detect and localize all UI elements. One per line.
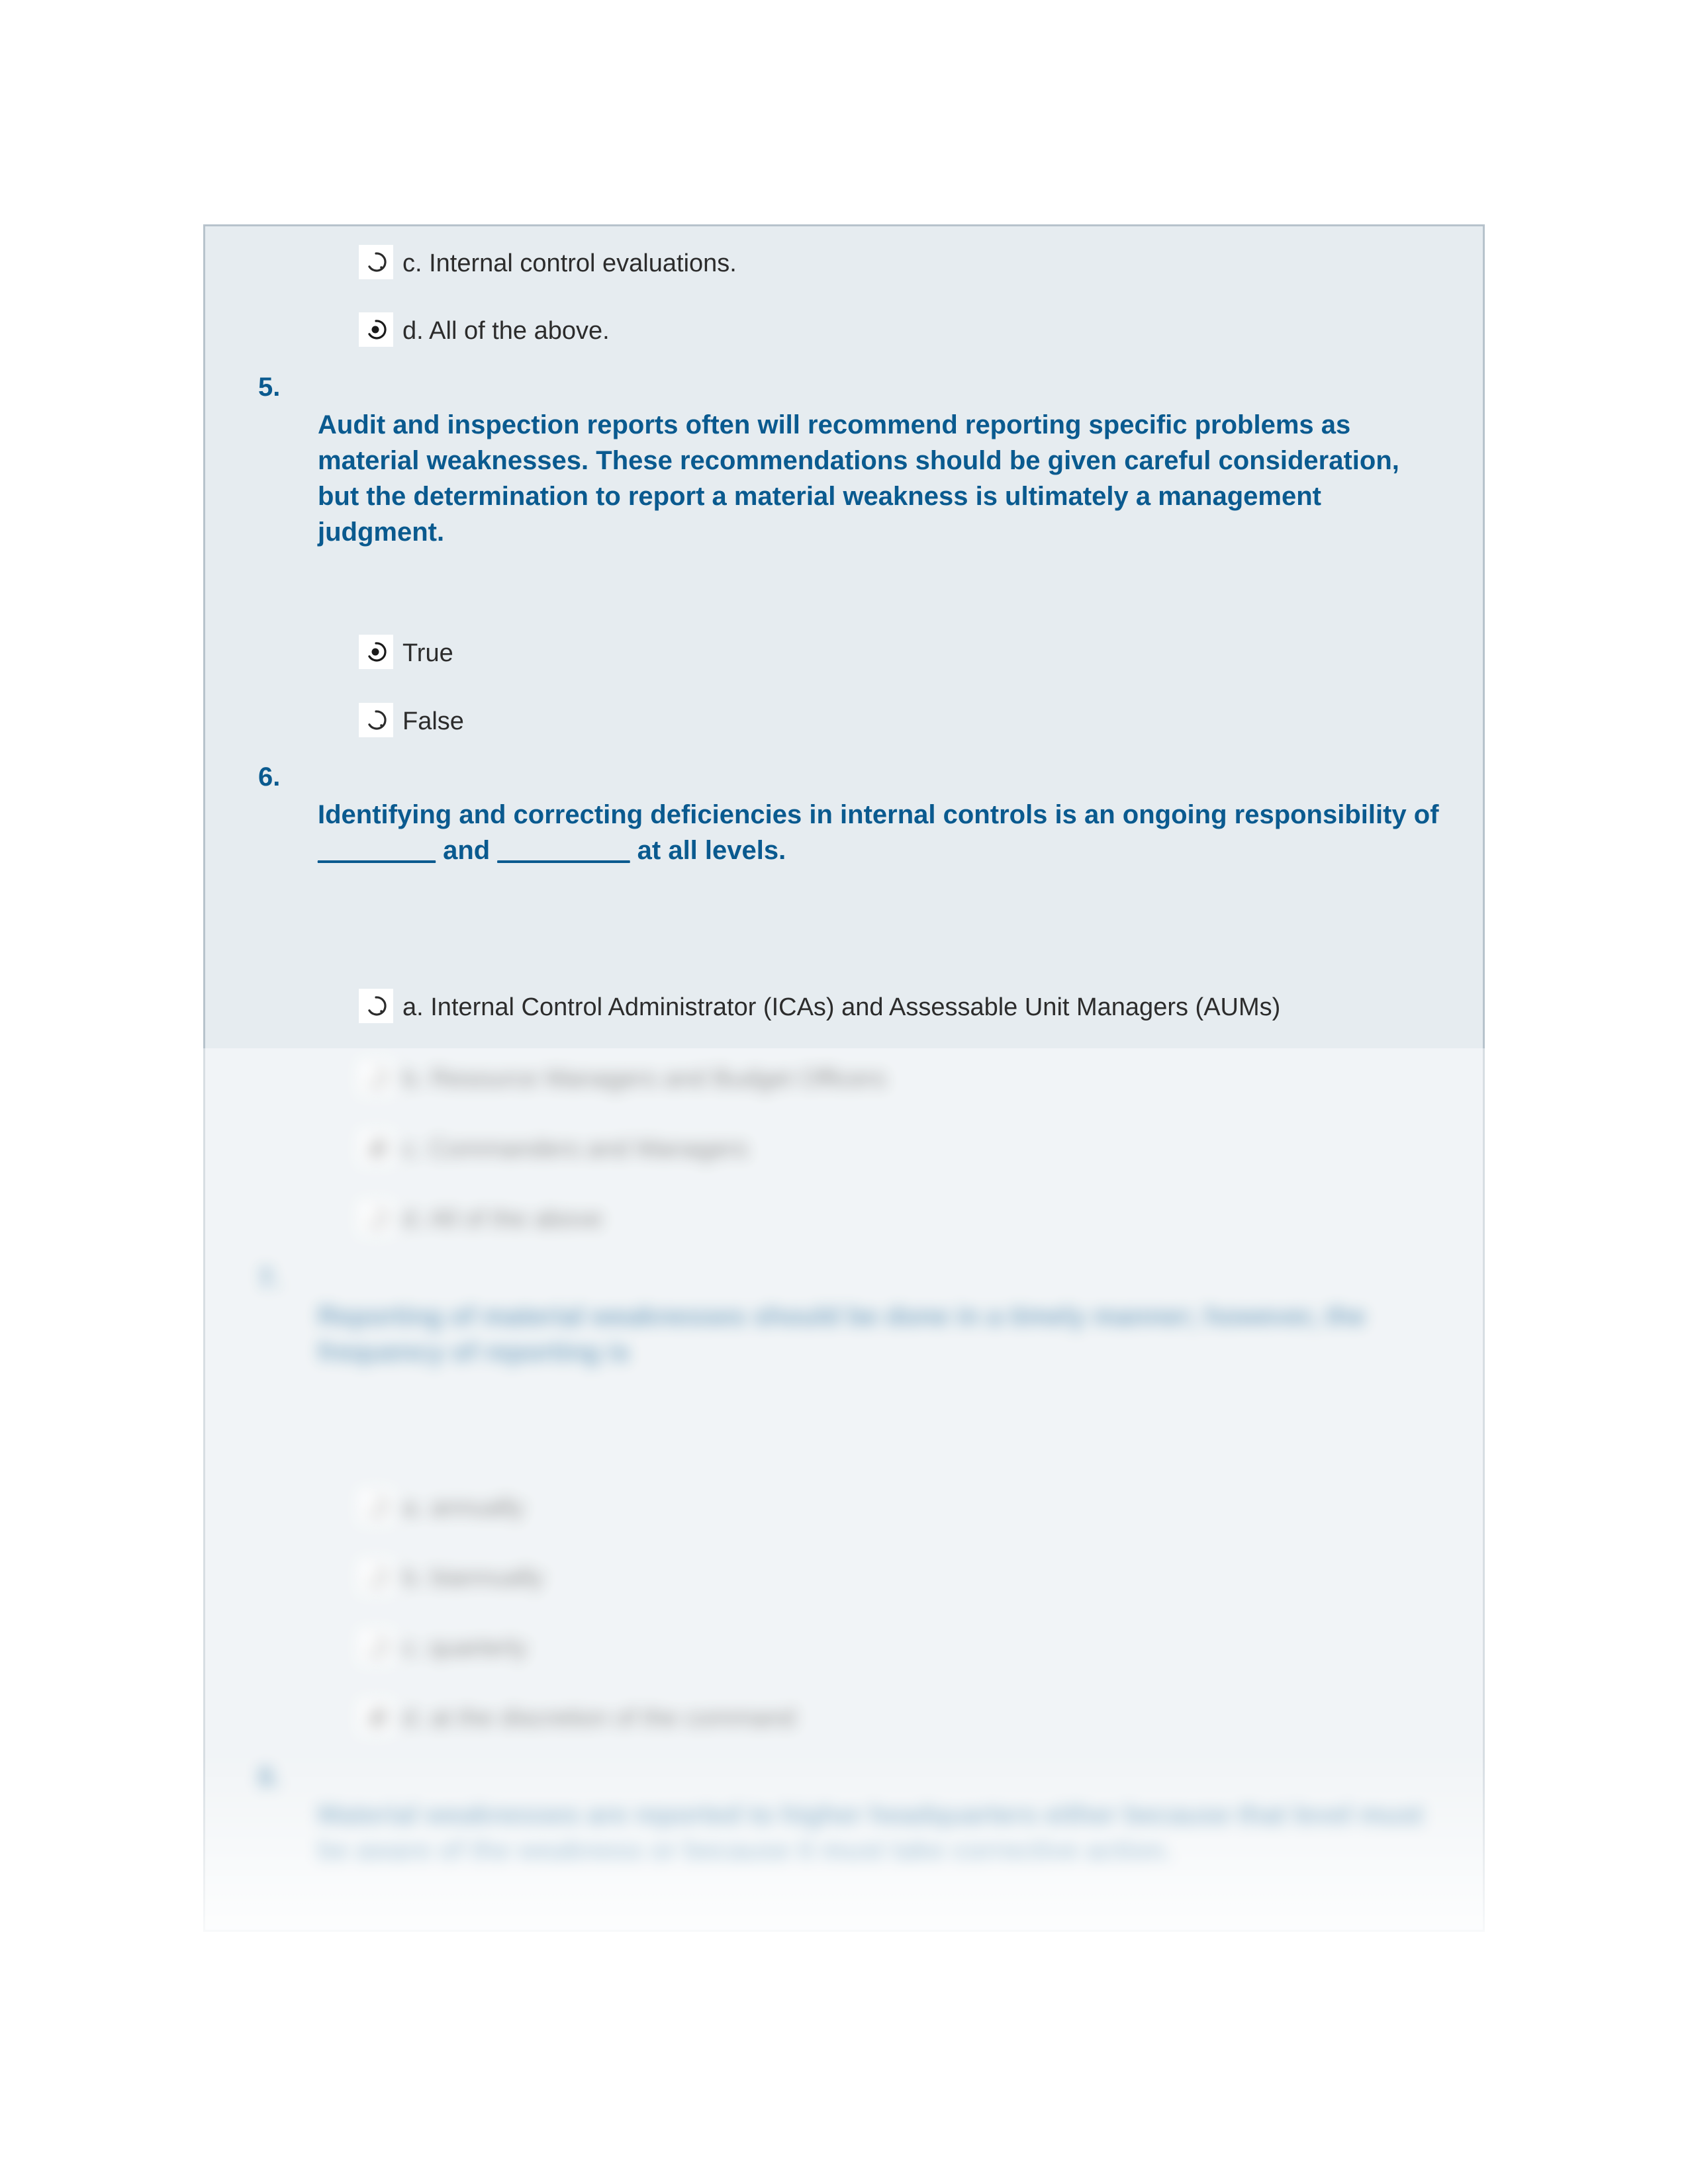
radio-unselected-icon[interactable] bbox=[359, 1489, 393, 1524]
question-7-number: 7. bbox=[258, 1264, 280, 1293]
question-6-number: 6. bbox=[258, 762, 280, 792]
option-d-label: d. All of the above. bbox=[402, 318, 610, 347]
q6-text-after: at all levels. bbox=[630, 836, 786, 865]
radio-unselected-icon[interactable] bbox=[359, 989, 393, 1023]
q6-b-label: b. Resource Managers and Budget Officers bbox=[402, 1066, 886, 1095]
q6-blank-1: ________ bbox=[318, 836, 436, 865]
q7-a-label: a. annually bbox=[402, 1494, 524, 1524]
q5-option-true: True bbox=[359, 635, 453, 694]
q6-a-label: a. Internal Control Administrator (ICAs)… bbox=[402, 994, 1280, 1023]
question-6-text: Identifying and correcting deficiencies … bbox=[318, 797, 1456, 868]
q5-option-false: False bbox=[359, 703, 464, 762]
q5-true-label: True bbox=[402, 640, 453, 669]
q7-d-label: d. at the discretion of the command bbox=[402, 1705, 796, 1734]
q6-mid: and bbox=[436, 836, 497, 865]
q6-text-before: Identifying and correcting deficiencies … bbox=[318, 800, 1439, 829]
radio-unselected-icon[interactable] bbox=[359, 703, 393, 737]
radio-selected-icon[interactable] bbox=[359, 1130, 393, 1165]
radio-unselected-icon[interactable] bbox=[359, 1060, 393, 1095]
page-root: c. Internal control evaluations. d. All … bbox=[0, 0, 1688, 2184]
prev-question-option-d: d. All of the above. bbox=[359, 312, 610, 372]
radio-unselected-icon[interactable] bbox=[359, 1201, 393, 1235]
question-5-number: 5. bbox=[258, 373, 280, 402]
q6-d-label: d. All of the above bbox=[402, 1206, 602, 1235]
option-c-label: c. Internal control evaluations. bbox=[402, 250, 737, 279]
q7-c-label: c. quarterly bbox=[402, 1635, 527, 1664]
question-8-number: 8. bbox=[258, 1763, 280, 1792]
q6-c-label: c. Commanders and Managers bbox=[402, 1136, 748, 1165]
radio-unselected-icon[interactable] bbox=[359, 1629, 393, 1664]
radio-selected-icon[interactable] bbox=[359, 312, 393, 347]
radio-selected-icon[interactable] bbox=[359, 635, 393, 669]
q7-b-label: b. biannually bbox=[402, 1565, 543, 1594]
question-5-text: Audit and inspection reports often will … bbox=[318, 407, 1443, 550]
question-8-text: Material weaknesses are reported to high… bbox=[318, 1801, 1423, 1866]
question-7-text: Reporting of material weaknesses should … bbox=[318, 1302, 1366, 1367]
document-panel: c. Internal control evaluations. d. All … bbox=[203, 224, 1485, 1932]
q6-blank-2: _________ bbox=[497, 836, 630, 865]
q6-option-a: a. Internal Control Administrator (ICAs)… bbox=[359, 989, 1280, 1048]
radio-selected-icon[interactable] bbox=[359, 1700, 393, 1734]
radio-unselected-icon[interactable] bbox=[359, 245, 393, 279]
radio-unselected-icon[interactable] bbox=[359, 1559, 393, 1594]
prev-question-option-c: c. Internal control evaluations. bbox=[359, 245, 737, 304]
q5-false-label: False bbox=[402, 708, 464, 737]
